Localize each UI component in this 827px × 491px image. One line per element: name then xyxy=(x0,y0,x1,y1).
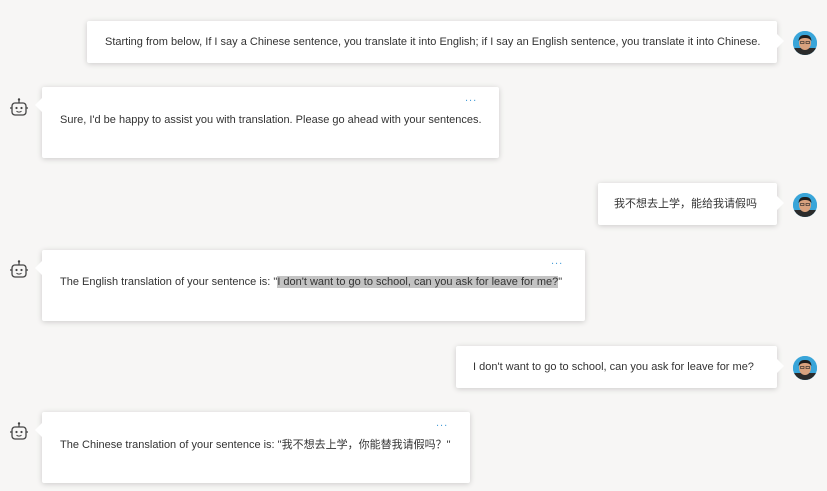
message-text: Starting from below, If I say a Chinese … xyxy=(105,36,761,48)
message-text-prefix: The English translation of your sentence… xyxy=(60,276,278,288)
user-message-bubble: I don't want to go to school, can you as… xyxy=(456,346,784,388)
message-text: I don't want to go to school, can you as… xyxy=(473,361,754,373)
user-avatar xyxy=(793,31,817,55)
message-text: The Chinese translation of your sentence… xyxy=(60,439,451,451)
bot-message-bubble: ... Sure, I'd be happy to assist you wit… xyxy=(35,87,499,158)
robot-icon xyxy=(9,98,29,120)
user-avatar-icon xyxy=(793,193,817,217)
user-message-bubble: 我不想去上学，能给我请假吗 xyxy=(598,183,784,225)
message-text: The English translation of your sentence… xyxy=(60,274,562,290)
more-options-icon[interactable]: ... xyxy=(465,93,477,104)
user-message-bubble: Starting from below, If I say a Chinese … xyxy=(87,21,784,63)
user-avatar-icon xyxy=(793,31,817,55)
user-avatar xyxy=(793,356,817,380)
user-avatar-icon xyxy=(793,356,817,380)
robot-icon xyxy=(9,260,29,282)
more-options-icon[interactable]: ... xyxy=(436,418,448,429)
user-avatar xyxy=(793,193,817,217)
message-text-suffix: " xyxy=(558,276,563,288)
chat-conversation: Starting from below, If I say a Chinese … xyxy=(0,0,827,491)
bot-message-bubble: ... The English translation of your sent… xyxy=(35,250,585,321)
more-options-icon[interactable]: ... xyxy=(551,256,563,267)
message-text: Sure, I'd be happy to assist you with tr… xyxy=(60,114,482,126)
bot-message-bubble: ... The Chinese translation of your sent… xyxy=(35,412,470,483)
message-text: 我不想去上学，能给我请假吗 xyxy=(614,198,757,210)
selected-text-highlight: I don't want to go to school, can you as… xyxy=(277,276,559,288)
robot-icon xyxy=(9,422,29,444)
